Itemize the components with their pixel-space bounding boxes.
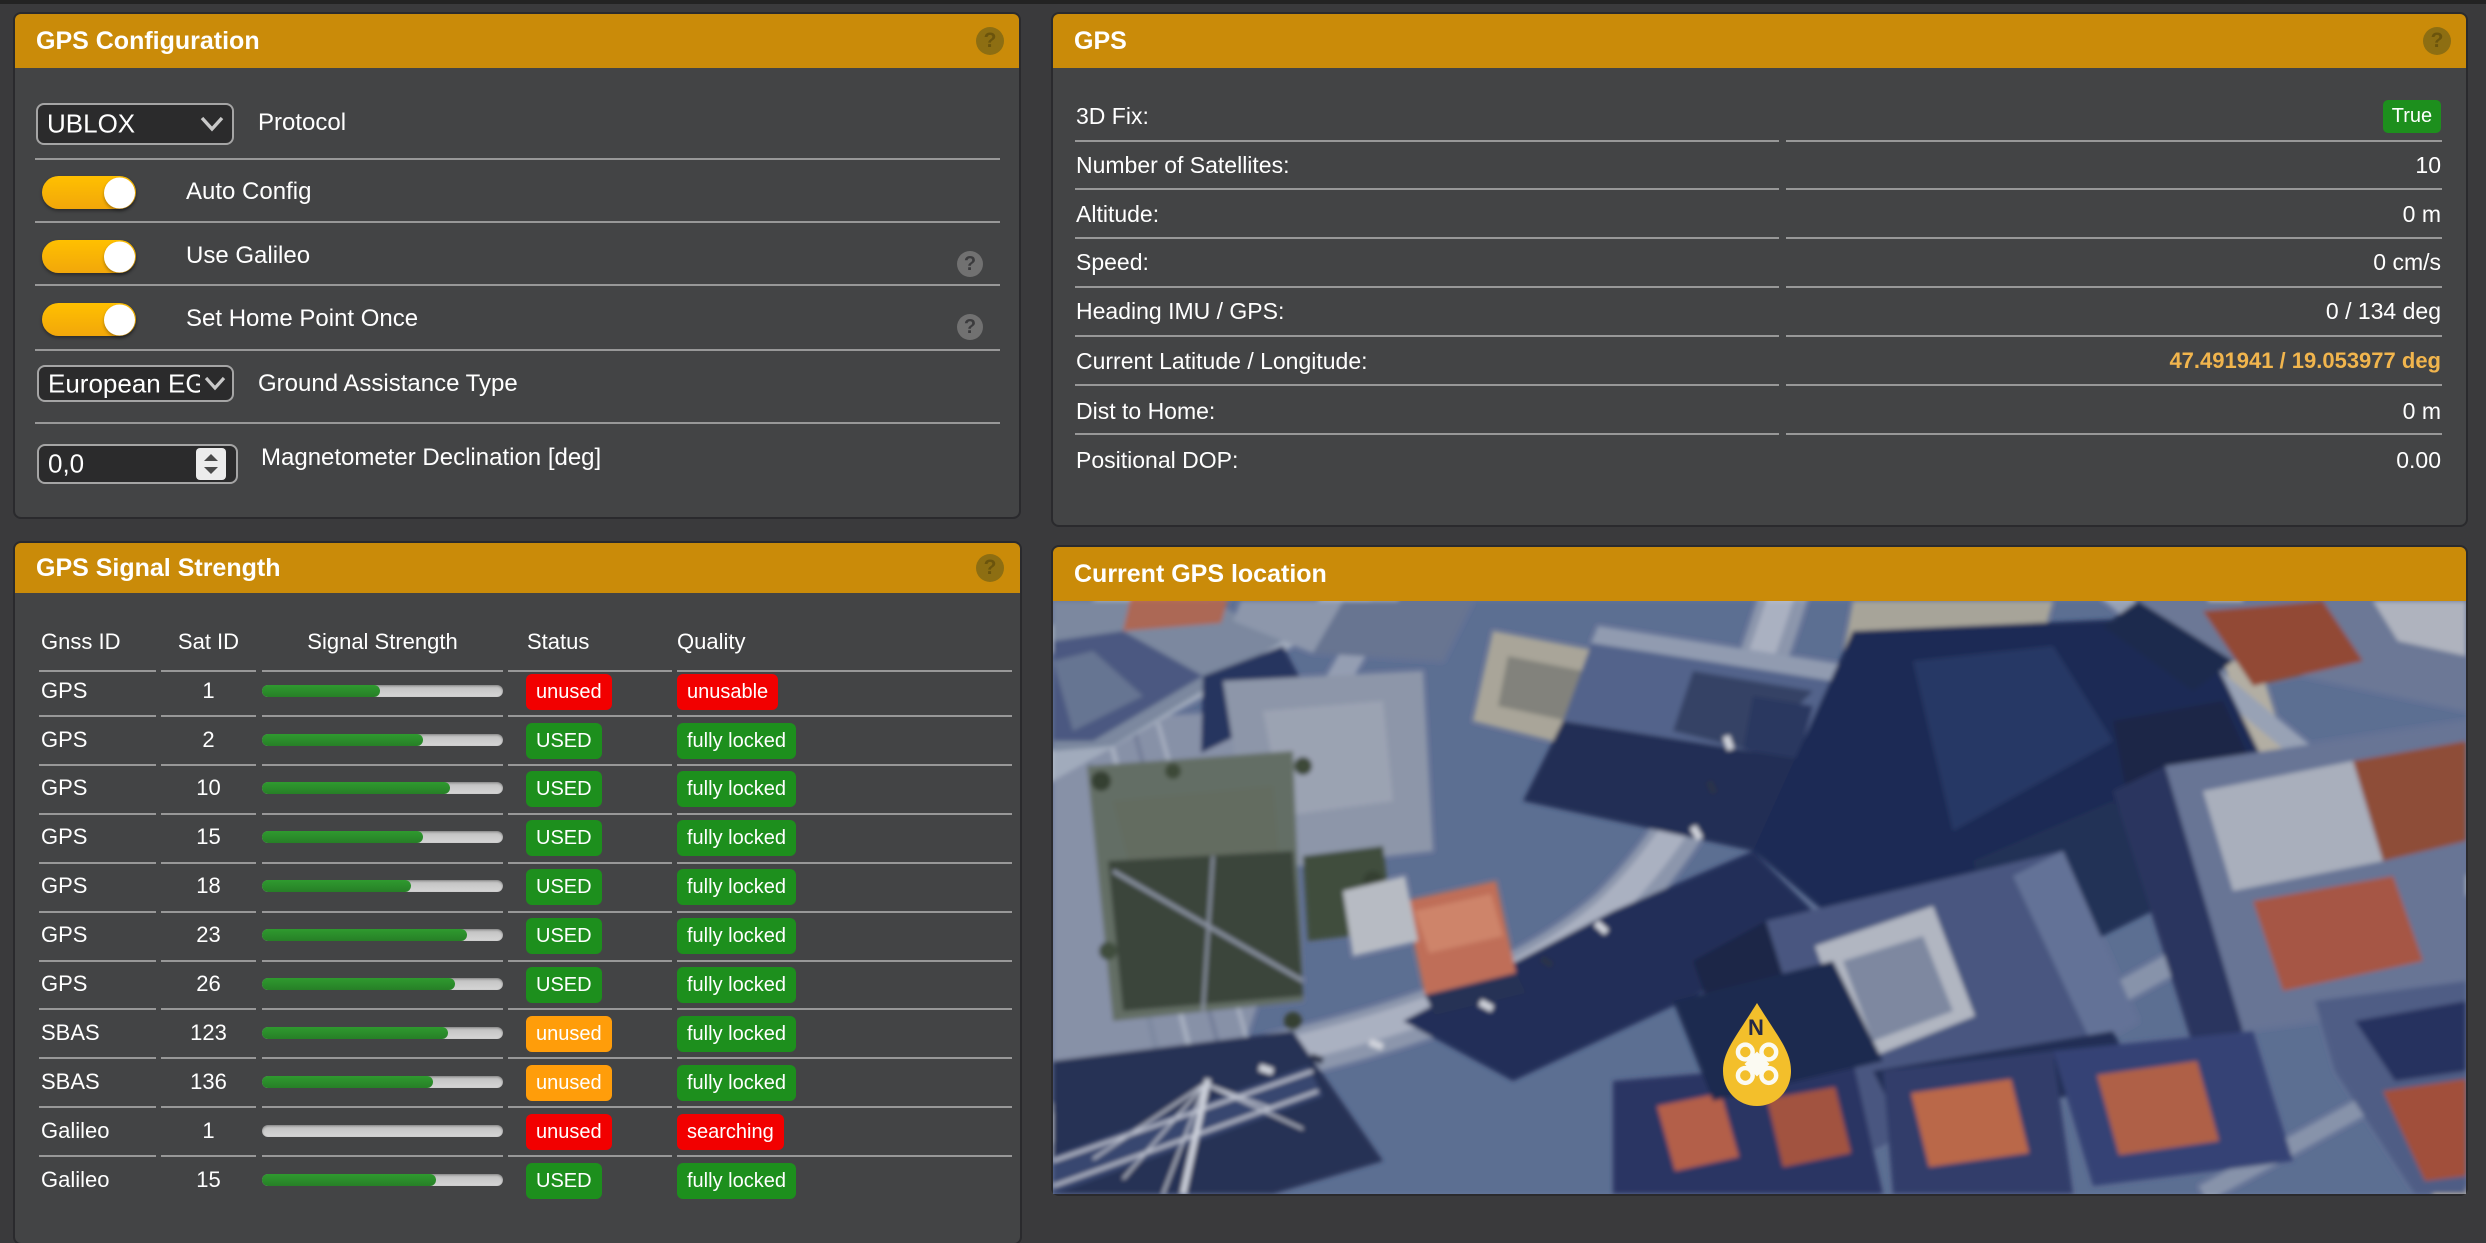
svg-text:N: N [1748,1015,1764,1040]
